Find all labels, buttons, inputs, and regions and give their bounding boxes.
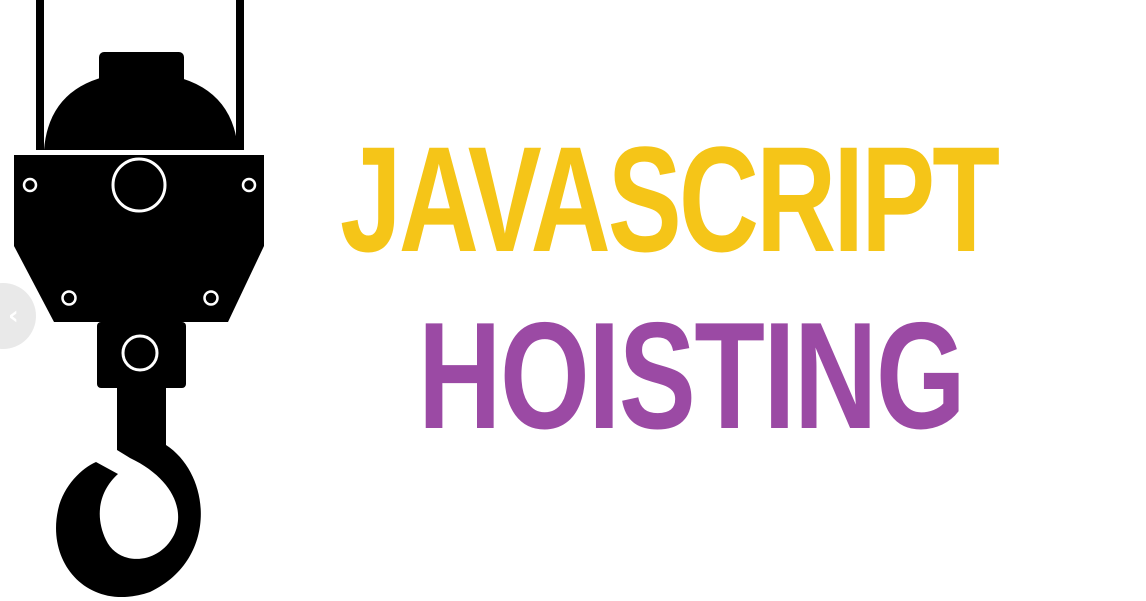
left-cable — [36, 0, 44, 150]
bolt-lower-right — [203, 290, 219, 306]
chevron-left-icon: ‹ — [8, 301, 19, 331]
banner: ‹ JAVASCRIPT HOISTING — [0, 0, 1146, 601]
hook-curl — [56, 388, 201, 598]
title-line-1: JAVASCRIPT — [340, 115, 1000, 283]
bolt-left — [22, 177, 38, 193]
bolt-center — [111, 157, 167, 213]
bolt-neck — [121, 334, 159, 372]
bolt-right — [241, 177, 257, 193]
bolt-lower-left — [61, 290, 77, 306]
crane-hook-icon — [14, 0, 264, 598]
right-cable — [236, 0, 244, 150]
title-line-2: HOISTING — [418, 291, 966, 461]
pulley-dome — [44, 72, 238, 150]
